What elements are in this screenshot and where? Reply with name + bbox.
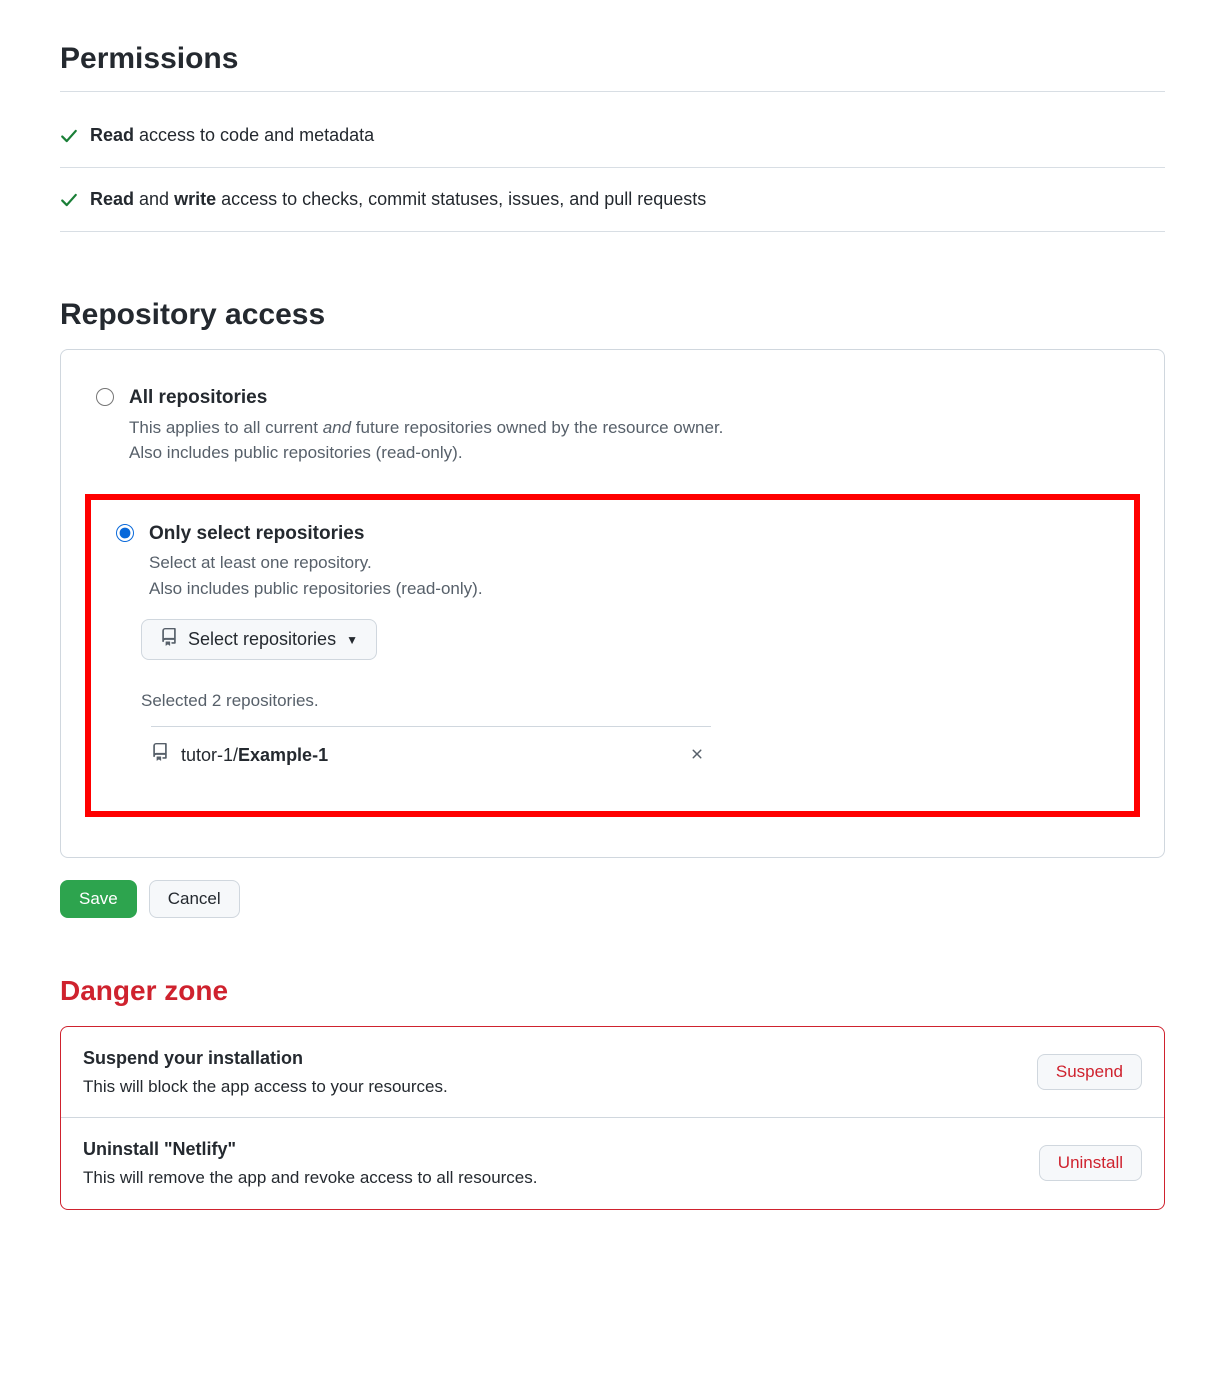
repo-icon <box>160 628 178 651</box>
radio-option-all: All repositories This applies to all cur… <box>85 380 1140 472</box>
selected-repo-name: tutor-1/Example-1 <box>181 742 328 769</box>
select-repositories-label: Select repositories <box>188 629 336 650</box>
permissions-heading: Permissions <box>60 36 1165 92</box>
radio-only-desc: Select at least one repository. Also inc… <box>149 550 483 601</box>
cancel-button[interactable]: Cancel <box>149 880 240 918</box>
highlight-annotation: Only select repositories Select at least… <box>85 494 1140 817</box>
selected-repo-list: tutor-1/Example-1 <box>151 726 711 771</box>
radio-all-desc: This applies to all current and future r… <box>129 415 723 466</box>
radio-only-label: Only select repositories <box>149 520 483 549</box>
danger-row-suspend: Suspend your installation This will bloc… <box>61 1027 1164 1119</box>
repo-icon <box>151 742 169 769</box>
danger-zone-heading: Danger zone <box>60 970 1165 1012</box>
radio-only-select[interactable] <box>116 524 134 542</box>
selected-count: Selected 2 repositories. <box>141 688 1114 714</box>
danger-row-uninstall: Uninstall "Netlify" This will remove the… <box>61 1118 1164 1209</box>
check-icon <box>60 127 78 145</box>
suspend-button[interactable]: Suspend <box>1037 1054 1142 1090</box>
danger-uninstall-desc: This will remove the app and revoke acce… <box>83 1165 537 1191</box>
repo-access-heading: Repository access <box>60 292 1165 337</box>
radio-option-only: Only select repositories Select at least… <box>105 516 1120 777</box>
remove-repo-icon[interactable] <box>683 741 711 771</box>
action-row: Save Cancel <box>60 880 1165 918</box>
danger-suspend-desc: This will block the app access to your r… <box>83 1074 448 1100</box>
caret-down-icon: ▼ <box>346 633 358 647</box>
radio-all-repositories[interactable] <box>96 388 114 406</box>
radio-all-label: All repositories <box>129 384 723 413</box>
select-repositories-button[interactable]: Select repositories ▼ <box>141 619 377 660</box>
danger-uninstall-title: Uninstall "Netlify" <box>83 1136 537 1163</box>
repo-access-box: All repositories This applies to all cur… <box>60 349 1165 858</box>
permission-text: Read and write access to checks, commit … <box>90 186 706 213</box>
permission-text: Read access to code and metadata <box>90 122 374 149</box>
permission-row: Read and write access to checks, commit … <box>60 168 1165 232</box>
selected-repo-item: tutor-1/Example-1 <box>151 727 711 771</box>
check-icon <box>60 191 78 209</box>
permission-row: Read access to code and metadata <box>60 104 1165 168</box>
uninstall-button[interactable]: Uninstall <box>1039 1145 1142 1181</box>
danger-zone-box: Suspend your installation This will bloc… <box>60 1026 1165 1210</box>
danger-suspend-title: Suspend your installation <box>83 1045 448 1072</box>
save-button[interactable]: Save <box>60 880 137 918</box>
